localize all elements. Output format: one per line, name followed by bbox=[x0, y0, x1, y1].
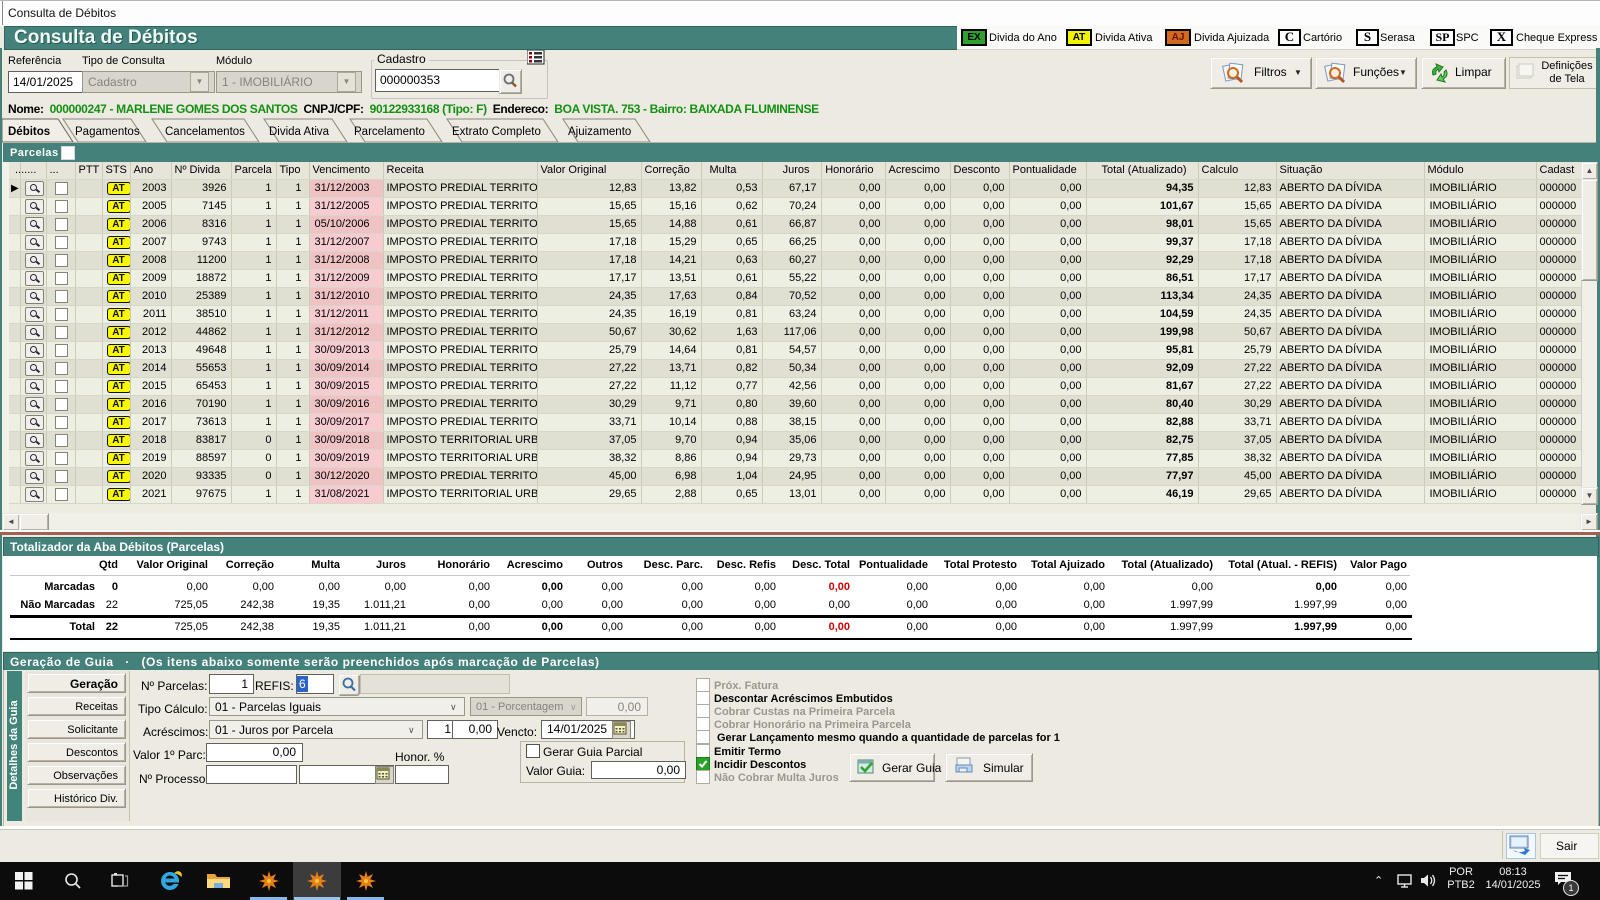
svg-text:Ajuizamento: Ajuizamento bbox=[568, 126, 631, 138]
svg-text:Parcelamento: Parcelamento bbox=[354, 126, 425, 138]
svg-text:Divida Ativa: Divida Ativa bbox=[269, 126, 330, 138]
svg-text:Débitos: Débitos bbox=[8, 126, 50, 138]
svg-text:Cancelamentos: Cancelamentos bbox=[165, 126, 245, 138]
svg-text:Extrato Completo: Extrato Completo bbox=[452, 126, 541, 138]
svg-text:Pagamentos: Pagamentos bbox=[75, 126, 140, 138]
